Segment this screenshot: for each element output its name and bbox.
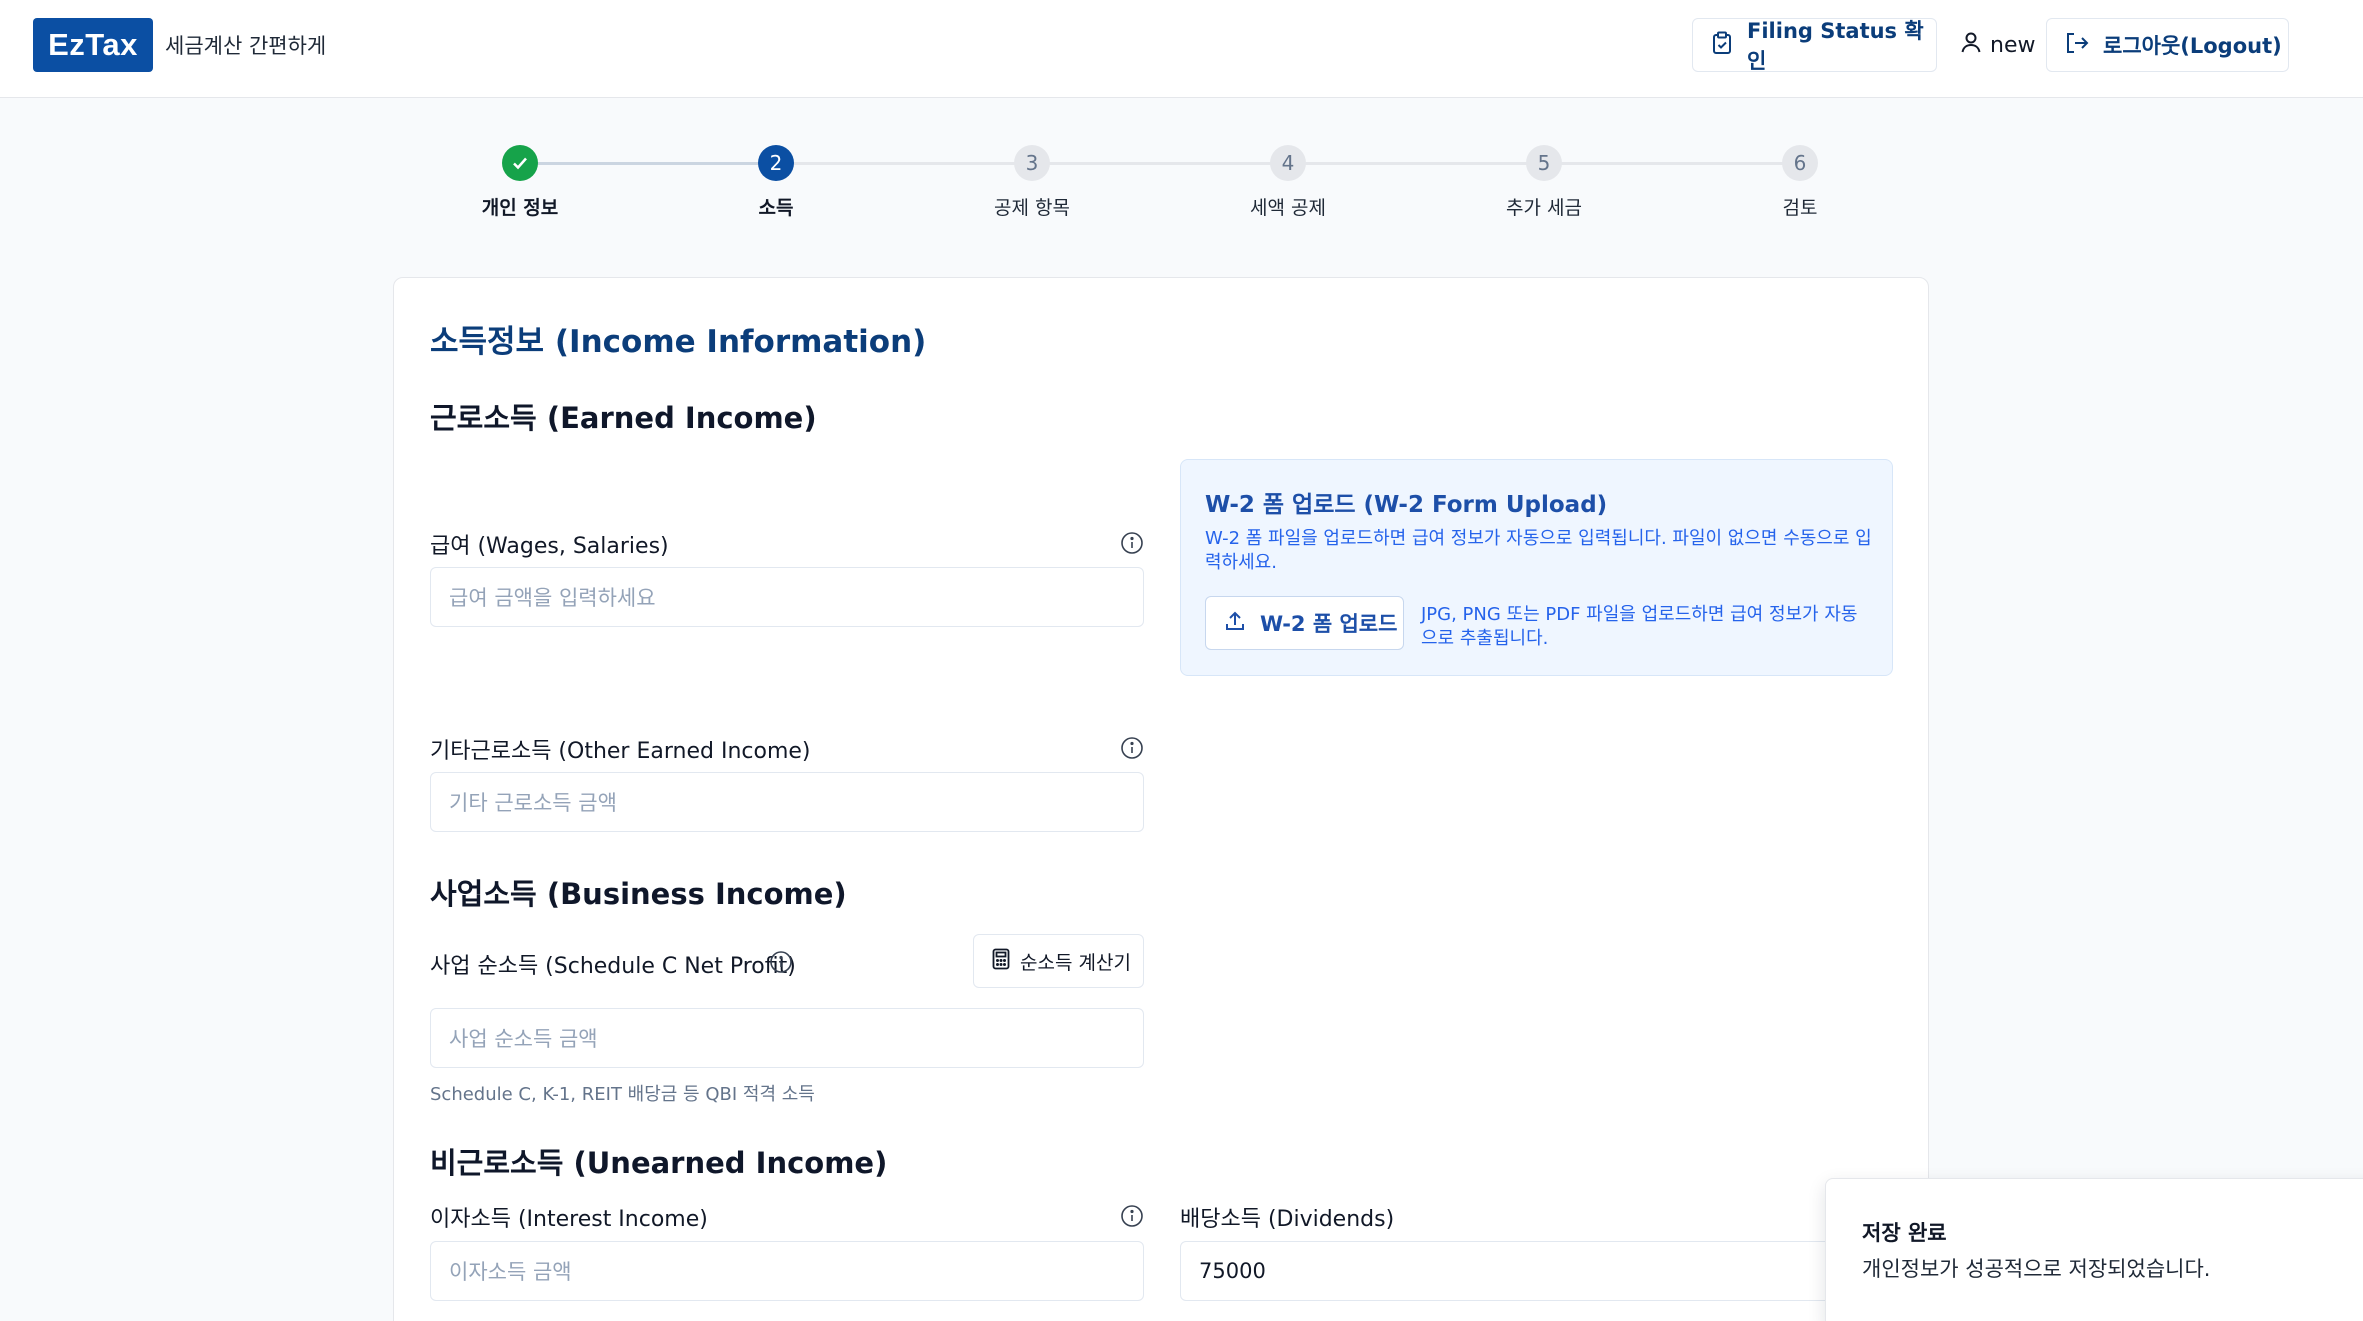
calculator-icon	[992, 948, 1010, 975]
w2-upload-label: W-2 폼 업로드	[1260, 612, 1398, 636]
step-number: 3	[1014, 145, 1050, 181]
net-income-calculator-button[interactable]: 순소득 계산기	[973, 934, 1144, 988]
business-net-label: 사업 순소득 (Schedule C Net Profit)	[430, 954, 796, 979]
info-icon[interactable]	[769, 950, 793, 974]
w2-title: W-2 폼 업로드 (W-2 Form Upload)	[1205, 492, 1608, 518]
step-label: 검토	[1782, 197, 1818, 219]
business-net-input[interactable]: 사업 순소득 금액	[430, 1008, 1144, 1068]
w2-upload-panel: W-2 폼 업로드 (W-2 Form Upload) W-2 폼 파일을 업로…	[1180, 459, 1893, 676]
info-icon[interactable]	[1120, 736, 1144, 760]
interest-label: 이자소득 (Interest Income)	[430, 1207, 708, 1232]
username: new	[1990, 32, 2036, 58]
user-icon	[1960, 31, 1982, 59]
toast-title: 저장 완료	[1862, 1221, 1947, 1245]
business-hint: Schedule C, K-1, REIT 배당금 등 QBI 적격 소득	[430, 1084, 815, 1105]
w2-description: W-2 폼 파일을 업로드하면 급여 정보가 자동으로 입력됩니다. 파일이 없…	[1205, 528, 1872, 573]
eztax-logo[interactable]: EzTax	[33, 18, 153, 72]
wages-input[interactable]: 급여 금액을 입력하세요	[430, 567, 1144, 627]
step-label: 추가 세금	[1506, 197, 1582, 219]
interest-input[interactable]: 이자소득 금액	[430, 1241, 1144, 1301]
user-menu[interactable]: new	[1960, 18, 2035, 72]
step-label: 소득	[758, 197, 794, 219]
filing-status-button[interactable]: Filing Status 확인	[1692, 18, 1937, 73]
step-number: 6	[1782, 145, 1818, 181]
dividends-label: 배당소득 (Dividends)	[1180, 1207, 1395, 1232]
tagline: 세금계산 간편하게	[165, 34, 327, 58]
top-header: EzTax 세금계산 간편하게 Filing Status 확인 new 로그아…	[0, 0, 2363, 98]
upload-icon	[1224, 610, 1246, 637]
earned-income-heading: 근로소득 (Earned Income)	[430, 401, 817, 435]
page-title: 소득정보 (Income Information)	[430, 324, 927, 360]
step-number: 2	[758, 145, 794, 181]
filing-status-label: Filing Status 확인	[1747, 19, 1924, 73]
w2-note: JPG, PNG 또는 PDF 파일을 업로드하면 급여 정보가 자동으로 추출…	[1421, 604, 1858, 649]
wages-label: 급여 (Wages, Salaries)	[430, 534, 669, 559]
toast-message: 개인정보가 성공적으로 저장되었습니다.	[1862, 1257, 2211, 1281]
income-form-card: 소득정보 (Income Information) 근로소득 (Earned I…	[393, 277, 1929, 1321]
step-income[interactable]: 2 소득	[696, 145, 856, 220]
step-label: 개인 정보	[481, 197, 559, 219]
step-tax-credits[interactable]: 4 세액 공제	[1208, 145, 1368, 220]
calculator-label: 순소득 계산기	[1020, 951, 1131, 974]
step-deductions[interactable]: 3 공제 항목	[952, 145, 1112, 220]
step-personal-info[interactable]: 개인 정보	[440, 145, 600, 220]
logout-icon	[2065, 32, 2089, 59]
step-review[interactable]: 6 검토	[1720, 145, 1880, 220]
step-number: 4	[1270, 145, 1306, 181]
info-icon[interactable]	[1120, 531, 1144, 555]
step-additional-tax[interactable]: 5 추가 세금	[1464, 145, 1624, 220]
step-label: 공제 항목	[994, 197, 1070, 219]
check-icon	[502, 145, 538, 181]
other-earned-label: 기타근로소득 (Other Earned Income)	[430, 739, 811, 764]
logout-label: 로그아웃(Logout)	[2103, 34, 2282, 58]
info-icon[interactable]	[1120, 1204, 1144, 1228]
clipboard-check-icon	[1711, 31, 1733, 60]
unearned-income-heading: 비근로소득 (Unearned Income)	[430, 1146, 888, 1180]
dividends-input[interactable]: 75000	[1180, 1241, 1893, 1301]
other-earned-input[interactable]: 기타 근로소득 금액	[430, 772, 1144, 832]
step-number: 5	[1526, 145, 1562, 181]
business-income-heading: 사업소득 (Business Income)	[430, 877, 847, 911]
w2-upload-button[interactable]: W-2 폼 업로드	[1205, 596, 1404, 650]
save-toast[interactable]: 저장 완료 개인정보가 성공적으로 저장되었습니다.	[1825, 1178, 2363, 1321]
step-label: 세액 공제	[1250, 197, 1326, 219]
logout-button[interactable]: 로그아웃(Logout)	[2046, 18, 2289, 72]
